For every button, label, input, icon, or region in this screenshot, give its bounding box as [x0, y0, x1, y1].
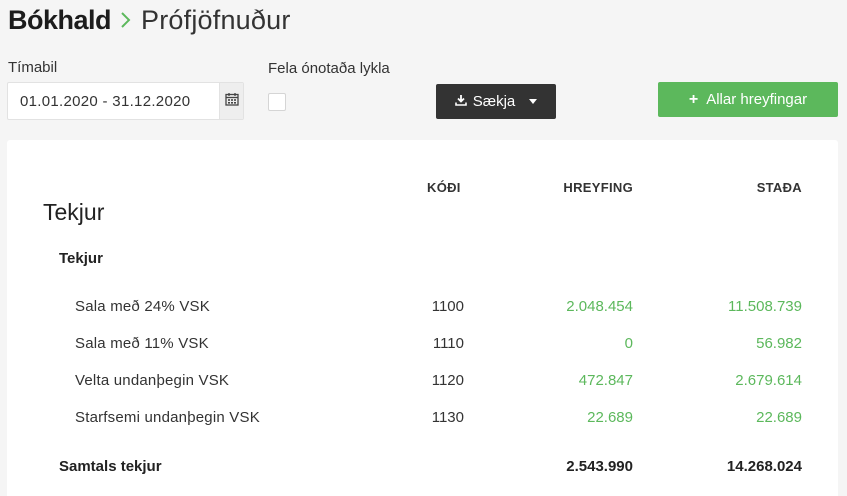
- column-header-code: KÓÐI: [427, 180, 461, 195]
- column-header-balance: STAÐA: [756, 180, 802, 195]
- row-movement-link[interactable]: 2.048.454: [566, 298, 633, 315]
- row-account-code: 1100: [431, 298, 464, 315]
- row-account-name: Sala með 24% VSK: [75, 298, 210, 315]
- section-title: Tekjur: [43, 199, 105, 225]
- row-movement-link[interactable]: 0: [625, 335, 633, 352]
- plus-icon: +: [688, 90, 699, 108]
- trial-balance-page: Bókhald Prófjöfnuður Tímabil 01.01.2020 …: [0, 0, 847, 496]
- row-balance-link[interactable]: 2.679.614: [735, 372, 802, 389]
- report-panel: [7, 140, 838, 496]
- date-range-picker[interactable]: [7, 82, 244, 120]
- row-movement-link[interactable]: 22.689: [587, 409, 633, 426]
- download-icon: [454, 93, 467, 110]
- caret-down-icon: [529, 99, 538, 104]
- all-movements-button[interactable]: + Allar hreyfingar: [658, 82, 838, 117]
- page-title: Prófjöfnuður: [141, 4, 291, 35]
- row-balance-link[interactable]: 56.982: [756, 335, 802, 352]
- row-account-code: 1110: [432, 335, 464, 352]
- date-range-input[interactable]: [8, 83, 219, 119]
- row-account-name: Sala með 11% VSK: [75, 335, 209, 352]
- row-movement-link[interactable]: 472.847: [579, 372, 633, 389]
- hide-unused-checkbox[interactable]: [268, 93, 286, 111]
- row-account-name: Velta undanþegin VSK: [75, 372, 230, 389]
- total-balance: 14.268.024: [726, 458, 802, 475]
- all-movements-button-label: Allar hreyfingar: [706, 91, 808, 108]
- fetch-button[interactable]: Sækja: [436, 84, 556, 119]
- row-balance-link[interactable]: 22.689: [756, 409, 802, 426]
- row-account-code: 1130: [431, 409, 464, 426]
- total-label: Samtals tekjur: [59, 458, 162, 475]
- hide-unused-label: Fela ónotaða lykla: [268, 60, 390, 77]
- fetch-button-label: Sækja: [472, 93, 516, 110]
- row-account-name: Starfsemi undanþegin VSK: [75, 409, 260, 426]
- row-account-code: 1120: [431, 372, 464, 389]
- calendar-icon: [224, 92, 239, 111]
- row-balance-link[interactable]: 11.508.739: [728, 298, 802, 315]
- breadcrumb: Bókhald Prófjöfnuður: [8, 2, 291, 38]
- period-label: Tímabil: [8, 59, 58, 76]
- breadcrumb-root-link[interactable]: Bókhald: [8, 5, 112, 36]
- column-header-movement: HREYFING: [563, 180, 633, 195]
- calendar-button[interactable]: [219, 83, 243, 119]
- group-title: Tekjur: [59, 250, 103, 267]
- total-movement: 2.543.990: [566, 458, 633, 475]
- chevron-right-icon: [120, 10, 132, 30]
